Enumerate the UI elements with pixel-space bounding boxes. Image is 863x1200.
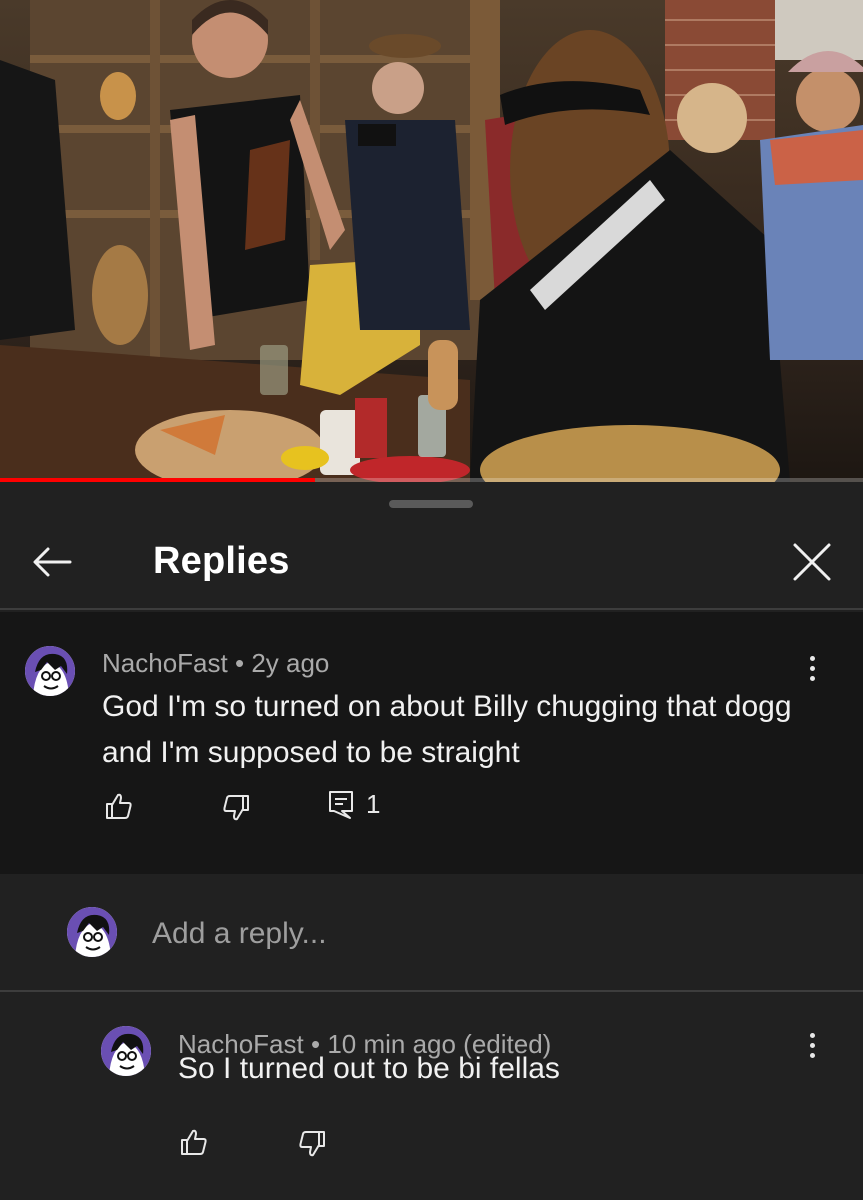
video-frame-image	[0, 0, 863, 482]
comment-time: 2y ago	[251, 648, 330, 678]
back-button[interactable]	[24, 534, 80, 590]
comment-text: So I turned out to be bi fellas	[178, 1052, 560, 1085]
avatar-image	[67, 907, 117, 957]
more-options-button[interactable]	[797, 648, 827, 688]
thumbs-up-icon	[181, 1129, 207, 1155]
parent-comment: NachoFast • 2y ago God I'm so turned on …	[0, 612, 863, 874]
thumbs-down-icon	[299, 1131, 325, 1157]
close-icon	[793, 543, 831, 581]
drag-handle[interactable]	[389, 500, 473, 508]
dislike-button[interactable]	[222, 794, 250, 822]
avatar-image	[25, 646, 75, 696]
close-button[interactable]	[784, 534, 840, 590]
add-reply-input[interactable]: Add a reply...	[152, 917, 327, 951]
comment-icon	[329, 790, 353, 819]
dislike-button[interactable]	[298, 1130, 326, 1158]
avatar-image	[101, 1026, 151, 1076]
meta-separator: •	[234, 648, 245, 678]
arrow-left-icon	[33, 547, 72, 577]
comment-meta: NachoFast • 2y ago	[102, 648, 329, 679]
reply-count-button[interactable]: 1	[328, 789, 380, 820]
avatar[interactable]	[101, 1026, 151, 1076]
thumbs-up-icon	[106, 793, 132, 819]
like-button[interactable]	[105, 792, 133, 820]
more-options-button[interactable]	[797, 1025, 827, 1065]
replies-header: Replies	[0, 512, 863, 610]
avatar[interactable]	[25, 646, 75, 696]
like-button[interactable]	[180, 1128, 208, 1156]
reply-count: 1	[366, 789, 381, 819]
page-title: Replies	[153, 540, 290, 582]
replies-sheet: Replies NachoFast • 2y ago God I'm so tu…	[0, 482, 863, 1200]
current-user-avatar	[67, 907, 117, 957]
add-reply-row: Add a reply...	[0, 874, 863, 992]
video-player[interactable]	[0, 0, 863, 482]
comment-author[interactable]: NachoFast	[102, 648, 228, 678]
thumbs-down-icon	[223, 795, 249, 821]
comment-text: God I'm so turned on about Billy chuggin…	[102, 690, 792, 769]
reply-comment: NachoFast • 10 min ago (edited) So I tur…	[0, 994, 863, 1200]
